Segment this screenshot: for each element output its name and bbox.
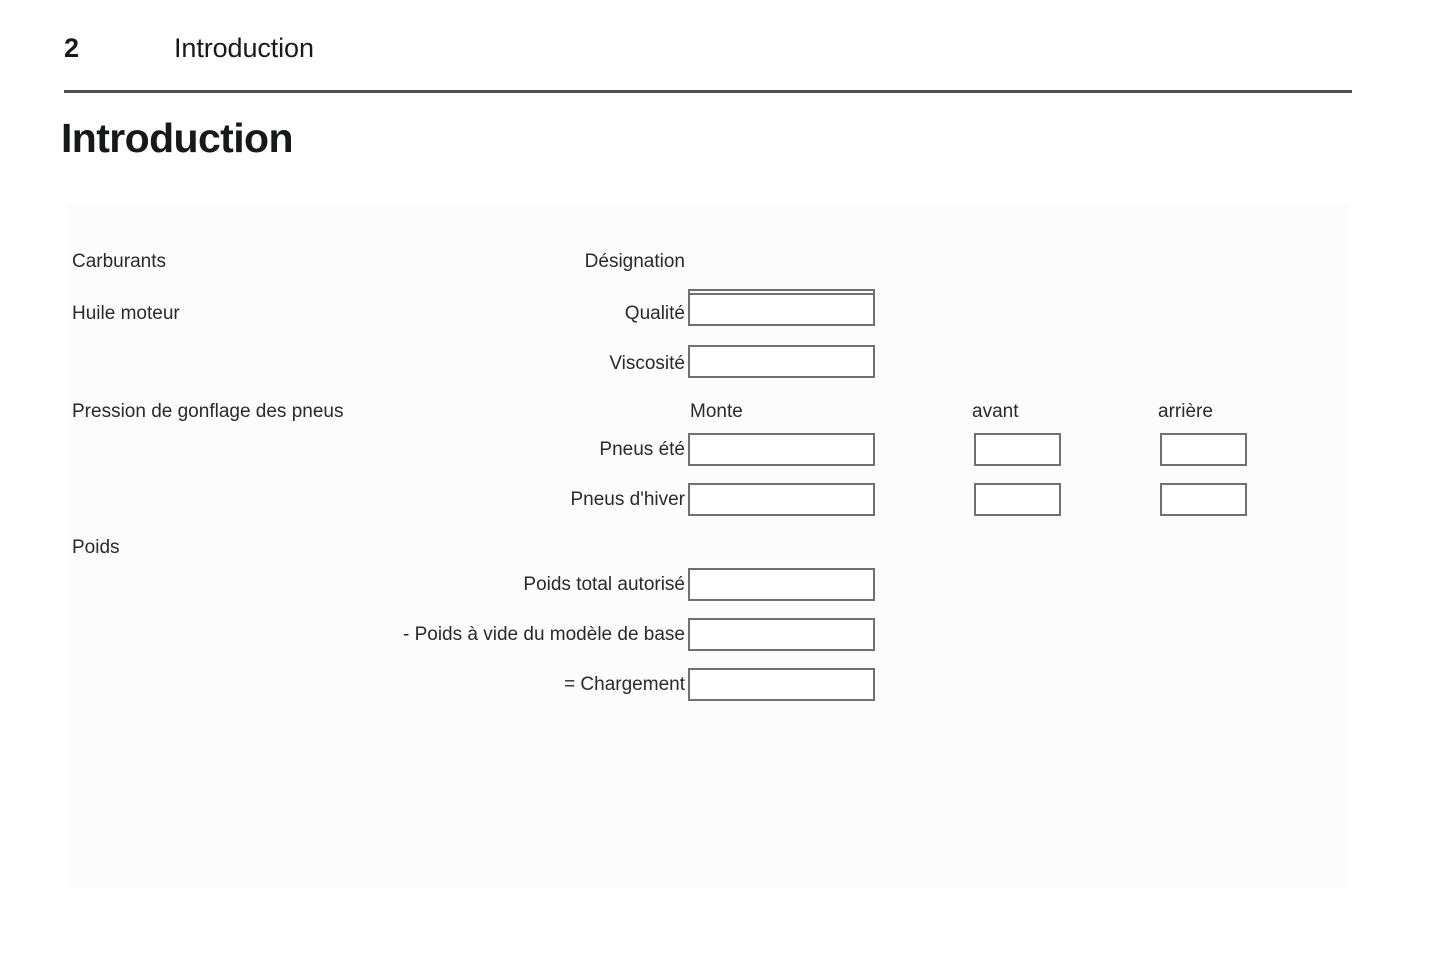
field-label-designation-wrap: Désignation — [67, 246, 685, 278]
input-poids-total[interactable] — [688, 568, 875, 601]
field-label-poids-total-wrap: Poids total autorisé — [67, 569, 685, 601]
field-label-poids-vide: - Poids à vide du modèle de base — [402, 624, 685, 645]
input-poids-vide[interactable] — [688, 618, 875, 651]
field-label-viscosite: Viscosité — [609, 353, 685, 374]
input-pneus-ete-monte[interactable] — [688, 433, 875, 466]
page-title: Introduction — [61, 115, 294, 161]
page-number: 2 — [64, 33, 79, 63]
section-label-poids: Poids — [72, 537, 120, 558]
form-row-chargement: = Chargement — [67, 668, 1348, 702]
field-label-pneus-hiver-wrap: Pneus d'hiver — [67, 484, 685, 516]
form-row-poids-vide: - Poids à vide du modèle de base — [67, 618, 1348, 652]
form-row-pneus-ete: Pneus été — [67, 433, 1348, 467]
column-header-monte: Monte — [690, 401, 743, 422]
input-pneus-hiver-arriere[interactable] — [1160, 483, 1247, 516]
form-row-carburants: Carburants Désignation — [67, 245, 1348, 322]
header-section-title: Introduction — [174, 33, 314, 63]
form-row-huile-moteur: Huile moteur Qualité — [67, 293, 1348, 331]
input-viscosite[interactable] — [688, 345, 875, 378]
input-pneus-hiver-avant[interactable] — [974, 483, 1061, 516]
input-qualite[interactable] — [688, 293, 875, 326]
form-row-pression-header: Pression de gonflage des pneus Monte ava… — [67, 395, 1348, 429]
input-pneus-ete-arriere[interactable] — [1160, 433, 1247, 466]
column-header-avant: avant — [972, 401, 1019, 422]
input-pneus-hiver-monte[interactable] — [688, 483, 875, 516]
field-label-poids-total: Poids total autorisé — [523, 574, 685, 595]
form-row-viscosite: Viscosité — [67, 345, 1348, 381]
field-label-pneus-hiver: Pneus d'hiver — [570, 489, 685, 510]
column-header-arriere: arrière — [1158, 401, 1213, 422]
header-divider-rule — [64, 90, 1352, 93]
field-label-chargement: = Chargement — [564, 674, 685, 695]
field-label-qualite-wrap: Qualité — [67, 298, 685, 330]
document-page: 2 Introduction Introduction Carburants D… — [0, 0, 1445, 965]
input-chargement[interactable] — [688, 668, 875, 701]
form-row-poids-header: Poids — [67, 531, 1348, 565]
vehicle-data-form-panel: Carburants Désignation Huile moteur Qual… — [67, 205, 1348, 888]
form-row-pneus-hiver: Pneus d'hiver — [67, 483, 1348, 517]
field-label-qualite: Qualité — [624, 303, 685, 324]
page-running-header: 2 Introduction — [64, 28, 1352, 74]
field-label-designation: Désignation — [584, 251, 685, 272]
field-label-viscosite-wrap: Viscosité — [67, 348, 685, 380]
field-label-pneus-ete-wrap: Pneus été — [67, 434, 685, 466]
field-label-poids-vide-wrap: - Poids à vide du modèle de base — [67, 619, 685, 651]
section-label-pression-gonflage: Pression de gonflage des pneus — [72, 401, 344, 422]
field-label-pneus-ete: Pneus été — [599, 439, 685, 460]
form-row-poids-total: Poids total autorisé — [67, 568, 1348, 602]
field-label-chargement-wrap: = Chargement — [67, 669, 685, 701]
input-pneus-ete-avant[interactable] — [974, 433, 1061, 466]
